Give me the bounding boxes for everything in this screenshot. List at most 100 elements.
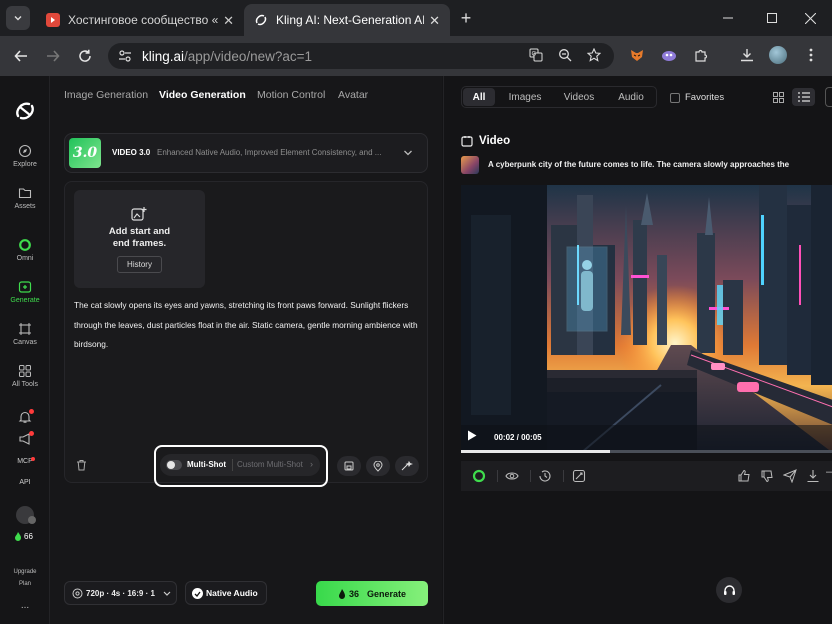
video-prompt-thumbnail[interactable]	[461, 156, 479, 174]
translate-button[interactable]: G	[527, 46, 545, 64]
downloads-button[interactable]	[738, 46, 756, 64]
zoom-button[interactable]	[556, 46, 574, 64]
settings-summary: 720p · 4s · 16:9 · 1	[86, 589, 155, 598]
thumbs-up-icon[interactable]	[737, 469, 751, 483]
zoom-icon	[559, 49, 572, 62]
clear-prompt-button[interactable]	[76, 459, 87, 471]
tab-video-generation[interactable]: Video Generation	[159, 89, 246, 101]
close-window-button[interactable]	[800, 8, 820, 28]
credits-counter[interactable]: 66	[14, 532, 33, 541]
support-button[interactable]	[716, 577, 742, 603]
extension-button[interactable]	[660, 46, 678, 64]
site-settings-icon[interactable]	[118, 50, 132, 62]
plan-label: Plan	[18, 581, 31, 587]
history-button[interactable]: History	[117, 256, 162, 273]
sidebar-item-label: Generate	[10, 297, 40, 304]
native-audio-toggle[interactable]: Native Audio	[185, 581, 267, 605]
tab-close-icon[interactable]: ✕	[429, 13, 440, 29]
panel-edge-button[interactable]	[825, 87, 832, 107]
download-icon[interactable]	[806, 469, 820, 483]
sidebar-item-omni[interactable]: Omni	[0, 238, 50, 262]
browser-tab-active[interactable]: Kling AI: Next-Generation AI Cr ✕	[244, 4, 450, 36]
forward-button[interactable]	[43, 46, 63, 66]
settings-circle-icon	[72, 588, 83, 599]
video-progress-track[interactable]	[461, 450, 832, 453]
multishot-control[interactable]: Multi-Shot Custom Multi-Shot ›	[160, 454, 320, 476]
sidebar-item-all-tools[interactable]: All Tools	[0, 364, 50, 388]
svg-text:G: G	[532, 51, 537, 58]
custom-multishot-button[interactable]: Custom Multi-Shot	[237, 460, 303, 469]
prompt-text[interactable]: The cat slowly opens its eyes and yawns,…	[74, 296, 419, 355]
sidebar-item-label: MCP	[17, 458, 33, 465]
sidebar-item-label: Omni	[16, 255, 34, 262]
avatar-badge-icon	[28, 516, 36, 524]
filter-tab-audio[interactable]: Audio	[610, 88, 652, 106]
tab-close-icon[interactable]: ✕	[223, 13, 234, 29]
tab-image-generation[interactable]: Image Generation	[64, 89, 148, 101]
arrow-left-icon	[14, 50, 27, 62]
thumbs-down-icon[interactable]	[760, 469, 774, 483]
edit-frame-icon[interactable]	[572, 469, 586, 483]
grid-view-button[interactable]	[769, 89, 787, 105]
magic-enhance-button[interactable]	[395, 456, 419, 476]
download-icon	[741, 49, 753, 62]
pin-icon	[373, 460, 383, 472]
sidebar-item-canvas[interactable]: Canvas	[0, 322, 50, 346]
multishot-toggle[interactable]	[166, 460, 182, 470]
kling-logo-icon	[16, 102, 34, 120]
play-button[interactable]	[467, 430, 477, 441]
maximize-button[interactable]	[762, 8, 782, 28]
sidebar-item-explore[interactable]: Explore	[0, 144, 50, 168]
eye-icon[interactable]	[505, 469, 519, 483]
generation-panel: Image Generation Video Generation Motion…	[50, 76, 442, 624]
toggle-knob	[167, 461, 175, 469]
browser-menu-button[interactable]	[802, 46, 820, 64]
notifications-button[interactable]	[18, 409, 34, 424]
video-progress-fill	[461, 450, 610, 453]
tab-avatar[interactable]: Avatar	[338, 89, 368, 101]
user-avatar[interactable]	[16, 506, 36, 524]
sidebar-item-mcp[interactable]: MCP	[0, 457, 50, 465]
kling-logo[interactable]	[13, 99, 37, 123]
announcements-button[interactable]	[18, 431, 34, 446]
bookmark-button[interactable]	[585, 46, 603, 64]
sidebar-more-button[interactable]: ...	[0, 600, 50, 611]
add-frames-dropzone[interactable]: Add start and end frames. History	[74, 190, 205, 288]
back-button[interactable]	[11, 46, 31, 66]
history-icon[interactable]	[538, 469, 552, 483]
tab-search-button[interactable]	[6, 6, 30, 30]
profile-avatar[interactable]	[769, 46, 787, 64]
omni-ring-icon[interactable]	[472, 469, 486, 483]
cyberpunk-city-video-frame	[461, 185, 832, 453]
filter-tab-images[interactable]: Images	[502, 88, 548, 106]
video-player[interactable]: 00:02 / 00:05	[461, 185, 832, 453]
share-icon[interactable]	[783, 469, 797, 483]
sidebar-item-api[interactable]: API	[0, 479, 50, 486]
location-button[interactable]	[366, 456, 390, 476]
filter-tab-all[interactable]: All	[463, 88, 495, 106]
list-view-button[interactable]	[792, 88, 815, 106]
reload-button[interactable]	[75, 46, 95, 66]
filter-tab-videos[interactable]: Videos	[556, 88, 602, 106]
extensions-menu-button[interactable]	[692, 46, 710, 64]
new-tab-button[interactable]: +	[456, 8, 476, 28]
settings-selector[interactable]: 720p · 4s · 16:9 · 1	[64, 581, 177, 605]
sidebar-item-generate[interactable]: Generate	[0, 280, 50, 304]
favorites-filter[interactable]: Favorites	[670, 92, 724, 103]
favorites-checkbox[interactable]	[670, 92, 680, 103]
more-actions-icon[interactable]: –	[826, 466, 832, 478]
upgrade-plan-button[interactable]: Upgrade Plan	[0, 566, 50, 590]
model-selector[interactable]: 3.0 VIDEO 3.0 Enhanced Native Audio, Imp…	[64, 133, 428, 173]
arrow-right-icon	[47, 50, 60, 62]
video-prompt-text[interactable]: A cyberpunk city of the future comes to …	[488, 160, 818, 169]
save-prompt-button[interactable]	[337, 456, 361, 476]
minimize-button[interactable]	[718, 8, 738, 28]
generate-button[interactable]: 36 Generate	[316, 581, 428, 606]
grid-view-icon	[772, 91, 784, 103]
browser-tab-inactive[interactable]: Хостинговое сообщество «Tim ✕	[36, 4, 244, 36]
sidebar-item-assets[interactable]: Assets	[0, 186, 50, 210]
metamask-extension-button[interactable]	[628, 46, 646, 64]
multishot-label: Multi-Shot	[187, 460, 227, 469]
tab-motion-control[interactable]: Motion Control	[257, 89, 325, 101]
check-icon	[192, 588, 203, 599]
